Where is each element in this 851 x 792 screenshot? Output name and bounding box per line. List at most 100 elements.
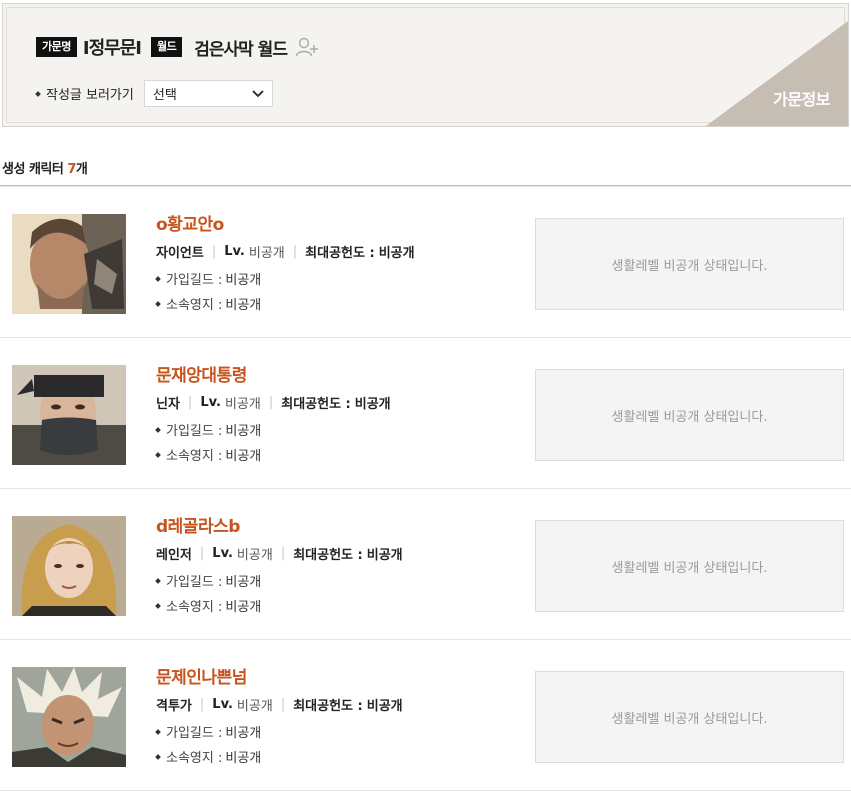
- level-label: Lv.: [212, 546, 233, 561]
- character-portrait[interactable]: [12, 365, 126, 465]
- guild-label: 가입길드 :: [166, 273, 223, 288]
- contribution-label: 최대공헌도 :: [293, 548, 363, 563]
- meta-separator: |: [292, 244, 298, 259]
- family-title-row: 가문명 I정무문I 월드 검은사막 월드: [36, 34, 319, 60]
- character-contribution: 비공개: [366, 548, 403, 563]
- view-posts-label: 작성글 보러가기: [46, 88, 134, 103]
- character-row: 문재앙대통령 닌자 | Lv. 비공개 | 최대공헌도 : 비공개 가입길드 :…: [0, 339, 851, 489]
- character-guild: 비공개: [225, 273, 262, 288]
- character-portrait[interactable]: [12, 214, 126, 314]
- territory-label: 소속영지 :: [166, 449, 223, 464]
- character-name[interactable]: 문제인나쁜넘: [156, 663, 247, 688]
- character-count-suffix: 개: [75, 162, 88, 177]
- guild-line: 가입길드 : 비공개: [155, 420, 262, 439]
- meta-separator: |: [280, 546, 286, 561]
- character-meta: 격투가 | Lv. 비공개 | 최대공헌도 : 비공개: [156, 695, 403, 714]
- character-level: 비공개: [224, 397, 261, 412]
- world-tag: 월드: [150, 37, 183, 57]
- bullet-icon: [155, 300, 161, 307]
- bullet-icon: [155, 728, 161, 735]
- character-territory: 비공개: [225, 751, 262, 766]
- guild-label: 가입길드 :: [166, 726, 223, 741]
- contribution-label: 최대공헌도 :: [305, 246, 375, 261]
- character-count-prefix: 생성 캐릭터: [2, 162, 68, 177]
- guild-line: 가입길드 : 비공개: [155, 722, 262, 741]
- character-meta: 닌자 | Lv. 비공개 | 최대공헌도 : 비공개: [156, 393, 391, 412]
- guild-line: 가입길드 : 비공개: [155, 269, 262, 288]
- character-class: 격투가: [156, 699, 192, 714]
- section-divider: [0, 185, 851, 187]
- bullet-icon: [155, 753, 161, 760]
- character-portrait[interactable]: [12, 516, 126, 616]
- character-level: 비공개: [236, 699, 273, 714]
- life-level-box: 생활레벨 비공개 상태입니다.: [535, 520, 844, 612]
- character-name[interactable]: o황교안o: [156, 210, 224, 235]
- character-class: 자이언트: [156, 246, 204, 261]
- level-label: Lv.: [200, 395, 221, 410]
- family-name: I정무문I: [82, 38, 142, 59]
- guild-label: 가입길드 :: [166, 424, 223, 439]
- character-name[interactable]: d레골라스b: [156, 512, 240, 537]
- character-guild: 비공개: [225, 424, 262, 439]
- meta-separator: |: [280, 697, 286, 712]
- post-select-dropdown[interactable]: 선택: [143, 80, 273, 107]
- meta-separator: |: [268, 395, 274, 410]
- character-row: d레골라스b 레인저 | Lv. 비공개 | 최대공헌도 : 비공개 가입길드 …: [0, 490, 851, 640]
- character-class: 닌자: [156, 397, 180, 412]
- meta-separator: |: [187, 395, 193, 410]
- life-level-box: 생활레벨 비공개 상태입니다.: [535, 369, 844, 461]
- add-friend-icon[interactable]: [295, 36, 319, 58]
- character-class: 레인저: [156, 548, 192, 563]
- territory-line: 소속영지 : 비공개: [155, 596, 262, 615]
- character-count: 7: [67, 162, 76, 177]
- bullet-icon: [155, 275, 161, 282]
- character-row: 문제인나쁜넘 격투가 | Lv. 비공개 | 최대공헌도 : 비공개 가입길드 …: [0, 641, 851, 791]
- bullet-icon: [35, 90, 41, 97]
- family-info-corner-label: 가문정보: [773, 90, 830, 109]
- character-contribution: 비공개: [378, 246, 415, 261]
- territory-label: 소속영지 :: [166, 751, 223, 766]
- character-territory: 비공개: [225, 298, 262, 313]
- character-meta: 레인저 | Lv. 비공개 | 최대공헌도 : 비공개: [156, 544, 403, 563]
- character-contribution: 비공개: [354, 397, 391, 412]
- life-level-box: 생활레벨 비공개 상태입니다.: [535, 671, 844, 763]
- level-label: Lv.: [224, 244, 245, 259]
- bullet-icon: [155, 577, 161, 584]
- contribution-label: 최대공헌도 :: [293, 699, 363, 714]
- character-name[interactable]: 문재앙대통령: [156, 361, 247, 386]
- family-info-header: 가문정보 가문명 I정무문I 월드 검은사막 월드 작성글 보러가기 선택: [2, 3, 849, 127]
- character-level: 비공개: [248, 246, 285, 261]
- world-name: 검은사막 월드: [194, 39, 288, 60]
- character-row: o황교안o 자이언트 | Lv. 비공개 | 최대공헌도 : 비공개 가입길드 …: [0, 188, 851, 338]
- bullet-icon: [155, 426, 161, 433]
- life-level-box: 생활레벨 비공개 상태입니다.: [535, 218, 844, 310]
- family-info-corner: [706, 21, 848, 126]
- meta-separator: |: [199, 697, 205, 712]
- guild-line: 가입길드 : 비공개: [155, 571, 262, 590]
- bullet-icon: [155, 451, 161, 458]
- character-contribution: 비공개: [366, 699, 403, 714]
- meta-separator: |: [199, 546, 205, 561]
- level-label: Lv.: [212, 697, 233, 712]
- territory-line: 소속영지 : 비공개: [155, 294, 262, 313]
- bullet-icon: [155, 602, 161, 609]
- territory-line: 소속영지 : 비공개: [155, 747, 262, 766]
- character-territory: 비공개: [225, 600, 262, 615]
- character-guild: 비공개: [225, 575, 262, 590]
- character-guild: 비공개: [225, 726, 262, 741]
- character-count-title: 생성 캐릭터 7개: [2, 158, 88, 177]
- meta-separator: |: [211, 244, 217, 259]
- character-meta: 자이언트 | Lv. 비공개 | 최대공헌도 : 비공개: [156, 242, 415, 261]
- chevron-down-icon: [252, 89, 264, 97]
- territory-label: 소속영지 :: [166, 298, 223, 313]
- contribution-label: 최대공헌도 :: [281, 397, 351, 412]
- territory-label: 소속영지 :: [166, 600, 223, 615]
- view-posts-row: 작성글 보러가기 선택: [35, 80, 273, 107]
- character-territory: 비공개: [225, 449, 262, 464]
- post-select-value: 선택: [152, 88, 177, 103]
- territory-line: 소속영지 : 비공개: [155, 445, 262, 464]
- character-portrait[interactable]: [12, 667, 126, 767]
- guild-label: 가입길드 :: [166, 575, 223, 590]
- character-level: 비공개: [236, 548, 273, 563]
- family-name-tag: 가문명: [36, 37, 77, 57]
